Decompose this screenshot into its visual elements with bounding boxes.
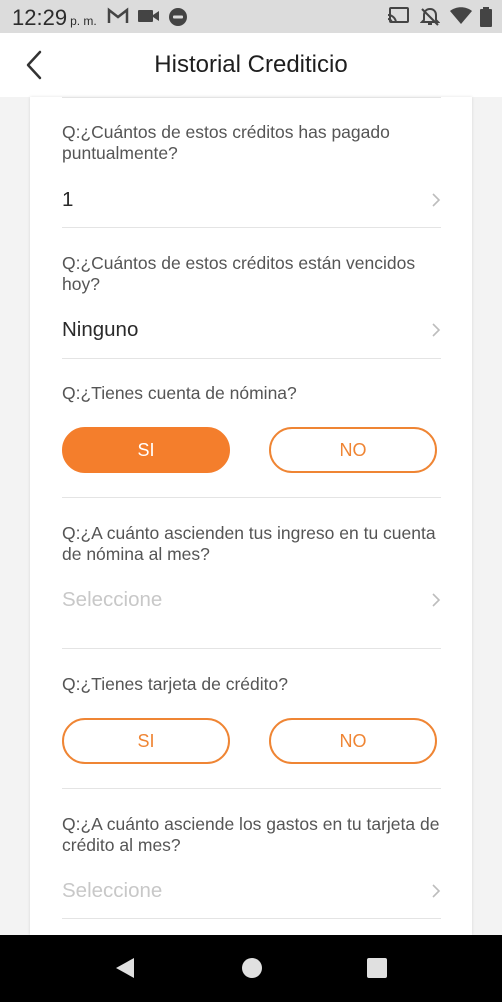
page-title: Historial Crediticio <box>154 51 348 78</box>
select-value: Ninguno <box>62 318 139 341</box>
divider <box>62 358 441 359</box>
divider <box>62 497 441 498</box>
credit-card-no-button[interactable]: NO <box>269 718 437 764</box>
nav-back-icon[interactable] <box>114 957 136 979</box>
system-navigation-bar <box>0 935 502 1002</box>
divider <box>62 648 441 649</box>
chevron-right-icon <box>432 884 441 898</box>
select-overdue-credits[interactable]: Ninguno <box>62 310 441 350</box>
battery-icon <box>480 7 492 27</box>
question-credit-card-spending: Q:¿A cuánto asciende los gastos en tu ta… <box>62 814 440 855</box>
payroll-no-button[interactable]: NO <box>269 427 437 473</box>
gmail-icon <box>107 7 129 23</box>
question-overdue-credits: Q:¿Cuántos de estos créditos están venci… <box>62 253 416 294</box>
clock-text: 12:29 <box>12 5 68 30</box>
select-placeholder: Seleccione <box>62 879 163 902</box>
divider <box>62 97 441 98</box>
clock-ampm: p. m. <box>70 14 97 28</box>
wifi-icon <box>450 7 472 24</box>
cast-icon <box>387 7 409 24</box>
record-icon <box>169 8 187 26</box>
divider <box>62 788 441 789</box>
select-paid-on-time[interactable]: 1 <box>62 180 441 220</box>
status-bar: 12:29 p. m. <box>0 0 502 33</box>
select-placeholder: Seleccione <box>62 588 163 611</box>
select-value: 1 <box>62 188 74 211</box>
chevron-right-icon <box>432 193 441 207</box>
video-icon <box>138 10 159 22</box>
select-payroll-income[interactable]: Seleccione <box>62 580 441 620</box>
nav-recents-icon[interactable] <box>366 957 388 979</box>
divider <box>62 227 441 228</box>
questionnaire-card <box>30 97 472 935</box>
question-payroll-account: Q:¿Tienes cuenta de nómina? <box>62 383 297 403</box>
question-paid-on-time: Q:¿Cuántos de estos créditos has pagado … <box>62 122 390 163</box>
select-credit-card-spending[interactable]: Seleccione <box>62 871 441 911</box>
nav-home-icon[interactable] <box>241 957 263 979</box>
chevron-right-icon <box>432 593 441 607</box>
divider <box>62 918 441 919</box>
payroll-yes-button[interactable]: SI <box>62 427 230 473</box>
credit-card-yes-button[interactable]: SI <box>62 718 230 764</box>
question-credit-card: Q:¿Tienes tarjeta de crédito? <box>62 674 288 694</box>
chevron-right-icon <box>432 323 441 337</box>
app-header: Historial Crediticio <box>0 33 502 97</box>
notifications-off-icon <box>420 7 440 26</box>
question-payroll-income: Q:¿A cuánto ascienden tus ingreso en tu … <box>62 523 436 564</box>
status-time: 12:29 p. m. <box>12 5 97 31</box>
